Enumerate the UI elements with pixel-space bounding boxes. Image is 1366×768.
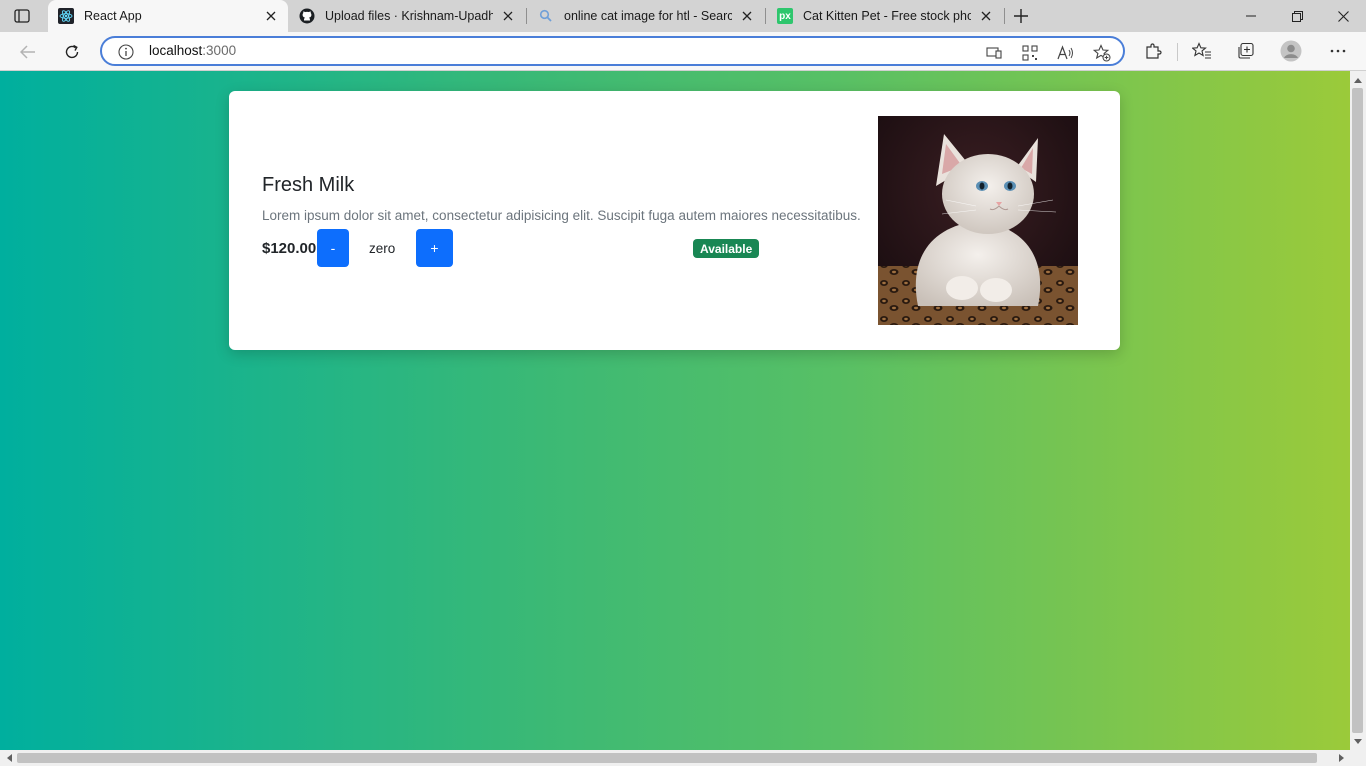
back-icon[interactable] bbox=[14, 38, 42, 66]
tab-react-app[interactable]: React App bbox=[48, 0, 288, 32]
collections-icon[interactable] bbox=[1235, 40, 1257, 62]
tab-title: Upload files · Krishnam-Upadhyay bbox=[325, 9, 493, 23]
tab-cat-kitten[interactable]: px Cat Kitten Pet - Free stock photo bbox=[767, 0, 1003, 32]
product-price: $120.00 bbox=[262, 240, 317, 257]
read-aloud-icon[interactable] bbox=[1056, 43, 1076, 63]
quantity-value: zero bbox=[369, 241, 396, 256]
tab-title: Cat Kitten Pet - Free stock photo bbox=[803, 9, 971, 23]
address-url: localhost:3000 bbox=[149, 43, 236, 58]
scrollbar-corner bbox=[1350, 750, 1366, 766]
product-description: Lorem ipsum dolor sit amet, consectetur … bbox=[262, 208, 861, 223]
tab-separator bbox=[765, 8, 766, 24]
page-viewport: Fresh Milk Lorem ipsum dolor sit amet, c… bbox=[0, 71, 1350, 750]
profile-avatar-icon[interactable] bbox=[1280, 40, 1302, 62]
tab-upload-files[interactable]: Upload files · Krishnam-Upadhyay bbox=[289, 0, 525, 32]
extensions-icon[interactable] bbox=[1142, 40, 1164, 62]
github-icon bbox=[299, 8, 315, 24]
browser-toolbar: localhost:3000 bbox=[0, 32, 1366, 71]
tab-actions-icon[interactable] bbox=[12, 7, 32, 25]
tab-title: React App bbox=[84, 9, 142, 23]
close-tab-icon[interactable] bbox=[262, 7, 280, 25]
vertical-scrollbar[interactable] bbox=[1350, 71, 1366, 750]
tab-search[interactable]: online cat image for htl - Search bbox=[528, 0, 764, 32]
tab-separator bbox=[1004, 8, 1005, 24]
close-tab-icon[interactable] bbox=[977, 7, 995, 25]
more-options-icon[interactable] bbox=[1327, 40, 1349, 62]
new-tab-icon[interactable] bbox=[1011, 6, 1031, 26]
horizontal-scroll-thumb[interactable] bbox=[17, 753, 1317, 763]
scroll-right-icon[interactable] bbox=[1336, 753, 1346, 763]
toolbar-divider bbox=[1177, 43, 1178, 61]
vertical-scroll-thumb[interactable] bbox=[1352, 88, 1363, 733]
app-available-icon[interactable] bbox=[984, 43, 1004, 63]
add-favorite-icon[interactable] bbox=[1092, 43, 1112, 63]
increment-button[interactable]: + bbox=[416, 229, 453, 267]
close-tab-icon[interactable] bbox=[499, 7, 517, 25]
scroll-down-icon[interactable] bbox=[1353, 736, 1363, 746]
url-host: localhost bbox=[149, 43, 203, 58]
qr-code-icon[interactable] bbox=[1020, 43, 1040, 63]
scroll-up-icon[interactable] bbox=[1353, 75, 1363, 85]
product-title: Fresh Milk bbox=[262, 174, 355, 196]
scroll-left-icon[interactable] bbox=[4, 753, 14, 763]
favorites-icon[interactable] bbox=[1191, 40, 1213, 62]
close-window-icon[interactable] bbox=[1320, 0, 1366, 32]
search-icon bbox=[538, 8, 554, 24]
restore-icon[interactable] bbox=[1274, 0, 1320, 32]
status-badge: Available bbox=[693, 239, 760, 258]
minimize-icon[interactable] bbox=[1228, 0, 1274, 32]
tab-title: online cat image for htl - Search bbox=[564, 9, 732, 23]
refresh-icon[interactable] bbox=[58, 38, 86, 66]
product-card: Fresh Milk Lorem ipsum dolor sit amet, c… bbox=[229, 91, 1120, 350]
address-bar[interactable]: localhost:3000 bbox=[100, 36, 1125, 66]
tab-separator bbox=[526, 8, 527, 24]
close-tab-icon[interactable] bbox=[738, 7, 756, 25]
horizontal-scrollbar[interactable] bbox=[0, 750, 1350, 766]
decrement-button[interactable]: - bbox=[317, 229, 349, 267]
tab-strip: React App Upload files · Krishnam-Upadhy… bbox=[0, 0, 1366, 32]
url-port: :3000 bbox=[202, 43, 237, 58]
pixabay-icon: px bbox=[777, 8, 793, 24]
product-image bbox=[878, 116, 1078, 325]
site-info-icon[interactable] bbox=[118, 44, 134, 60]
react-icon bbox=[58, 8, 74, 24]
